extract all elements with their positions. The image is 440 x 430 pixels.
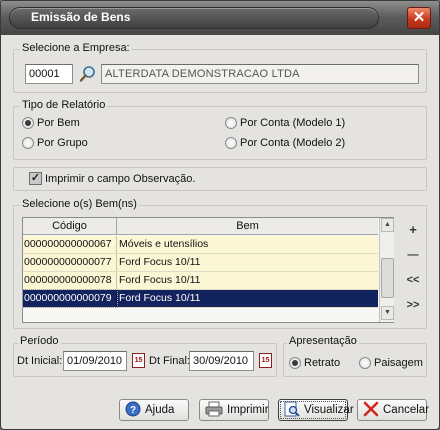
printer-icon [205, 401, 223, 420]
grid-vertical-scrollbar[interactable]: ▲ ▼ [379, 218, 394, 322]
periodo-label: Período [18, 335, 61, 347]
tipo-relatorio-group [13, 106, 427, 160]
dt-inicial-label: Dt Inicial: [17, 355, 63, 367]
bens-grid[interactable]: Código Bem 000000000000067 Móveis e uten… [22, 217, 394, 323]
radio-label: Por Bem [37, 117, 80, 129]
empresa-label: Selecione a Empresa: [20, 42, 132, 54]
radio-por-bem[interactable]: Por Bem [22, 117, 80, 129]
radio-por-grupo[interactable]: Por Grupo [22, 137, 88, 149]
apresentacao-label: Apresentação [287, 335, 359, 347]
cell-codigo: 000000000000079 [22, 289, 118, 308]
add-bem-button[interactable]: + [405, 222, 421, 238]
radio-retrato[interactable]: Retrato [289, 357, 340, 369]
tipo-relatorio-label: Tipo de Relatório [20, 99, 108, 111]
radio-por-conta-modelo-1[interactable]: Por Conta (Modelo 1) [225, 117, 345, 129]
radio-paisagem[interactable]: Paisagem [359, 357, 423, 369]
cancel-x-icon [363, 401, 379, 420]
cell-codigo: 000000000000077 [23, 254, 117, 271]
help-icon: ? [125, 401, 141, 420]
radio-label: Por Grupo [37, 137, 88, 149]
window-title: Emissão de Bens [31, 10, 131, 24]
svg-text:?: ? [130, 405, 136, 416]
radio-dot [22, 137, 34, 149]
cancelar-button[interactable]: Cancelar [357, 399, 430, 421]
checkbox-box: ✓ [29, 172, 42, 185]
radio-dot [359, 357, 371, 369]
cell-codigo: 000000000000078 [23, 272, 117, 289]
ajuda-button[interactable]: ? Ajuda [119, 399, 189, 421]
cell-bem: Ford Focus 10/11 [119, 274, 201, 286]
table-row[interactable]: 000000000000067 Móveis e utensílios [23, 236, 378, 254]
remove-bem-button[interactable]: — [405, 247, 421, 263]
cell-bem: Móveis e utensílios [119, 238, 209, 250]
imprimir-button[interactable]: Imprimir [199, 399, 269, 421]
empresa-name-field: ALTERDATA DEMONSTRACAO LTDA [101, 64, 419, 84]
emissao-de-bens-dialog: Emissão de Bens ✕ Selecione a Empresa: 0… [0, 0, 440, 430]
preview-icon [284, 401, 300, 420]
search-icon[interactable] [79, 65, 97, 83]
bens-label: Selecione o(s) Bem(ns) [20, 198, 139, 210]
radio-label: Paisagem [374, 357, 423, 369]
cell-bem: Ford Focus 10/11 [119, 256, 201, 268]
button-label: Cancelar [383, 404, 430, 416]
radio-por-conta-modelo-2[interactable]: Por Conta (Modelo 2) [225, 137, 345, 149]
dt-final-input[interactable]: 30/09/2010 [189, 351, 254, 371]
calendar-icon[interactable]: 15 [259, 353, 272, 368]
visualizar-button[interactable]: Visualizar [278, 399, 354, 421]
cell-codigo: 000000000000067 [23, 236, 117, 253]
column-header-bem[interactable]: Bem [117, 218, 378, 234]
radio-dot [225, 137, 237, 149]
cell-bem: Ford Focus 10/11 [119, 292, 201, 304]
radio-label: Por Conta (Modelo 1) [240, 117, 346, 129]
scroll-thumb[interactable] [381, 258, 394, 298]
radio-dot [22, 117, 34, 129]
add-all-bens-button[interactable]: >> [405, 297, 421, 313]
imprimir-observacao-checkbox[interactable]: ✓ Imprimir o campo Observação. [29, 172, 195, 185]
dt-final-label: Dt Final: [149, 355, 190, 367]
button-label: Ajuda [145, 404, 175, 416]
calendar-icon[interactable]: 15 [132, 353, 145, 368]
dt-inicial-input[interactable]: 01/09/2010 [63, 351, 127, 371]
close-button[interactable]: ✕ [407, 7, 431, 29]
scroll-up-arrow-icon[interactable]: ▲ [381, 218, 394, 232]
radio-label: Retrato [304, 357, 341, 369]
button-label: Visualizar [304, 404, 354, 416]
scroll-down-arrow-icon[interactable]: ▼ [381, 306, 394, 320]
checkbox-label: Imprimir o campo Observação. [45, 172, 196, 185]
remove-all-bens-button[interactable]: << [405, 272, 421, 288]
close-icon: ✕ [412, 9, 426, 26]
button-label: Imprimir [227, 404, 269, 416]
radio-label: Por Conta (Modelo 2) [240, 137, 346, 149]
radio-dot [225, 117, 237, 129]
table-row[interactable]: 000000000000078 Ford Focus 10/11 [23, 272, 378, 290]
grid-header: Código Bem [23, 218, 378, 235]
title-bar[interactable]: Emissão de Bens ✕ [1, 1, 439, 35]
radio-dot [289, 357, 301, 369]
column-header-codigo[interactable]: Código [23, 218, 117, 234]
empresa-code-input[interactable]: 00001 [25, 64, 73, 84]
table-row[interactable]: 000000000000077 Ford Focus 10/11 [23, 254, 378, 272]
table-row-selected[interactable]: 000000000000079 Ford Focus 10/11 [22, 289, 378, 308]
